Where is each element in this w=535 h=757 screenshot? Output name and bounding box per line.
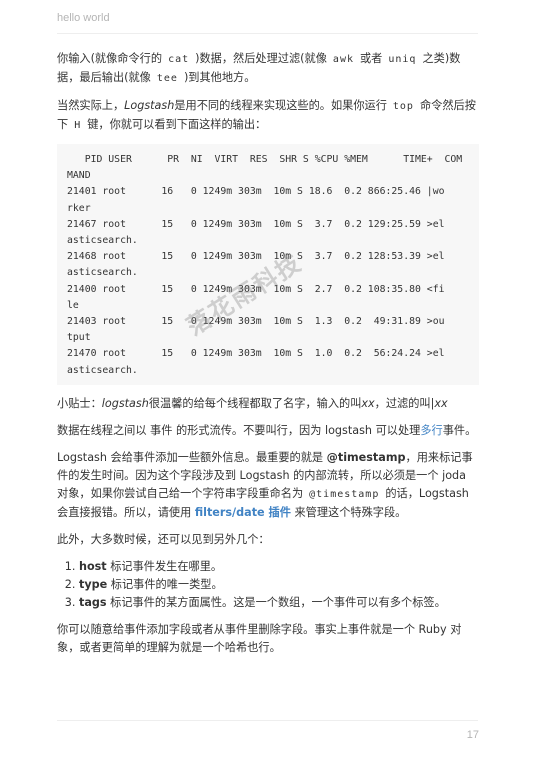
paragraph-input-filter-output: 你输入(就像命令行的 cat)数据，然后处理过滤(就像 awk 或者 uniq 之类)数据…	[57, 50, 479, 88]
header-divider	[57, 33, 478, 34]
text: )数据，然后处理过滤(就像	[195, 52, 327, 65]
text: 当然实际上，	[57, 99, 125, 112]
text: 是用不同的线程来实现这些的。如果你运行	[174, 99, 387, 112]
text: 或者	[359, 52, 383, 65]
paragraph-tip: 小贴士：logstash很温馨的给每个线程都取了名字，输入的叫xx，过滤的叫|x…	[57, 395, 479, 413]
paragraph-timestamp: Logstash 会给事件添加一些额外信息。最重要的就是 @timestamp，…	[57, 449, 479, 522]
inline-code-h: H	[74, 120, 82, 131]
text: 事件。	[442, 423, 477, 437]
list-item: type 标记事件的唯一类型。	[79, 576, 479, 594]
inline-code-awk: awk	[332, 54, 354, 65]
text: )到其他地方。	[183, 71, 256, 84]
multiline-link[interactable]: 多行	[420, 424, 442, 437]
emphasis-xx: xx	[361, 396, 375, 410]
emphasis-filter-xx: |xx	[430, 396, 448, 410]
list-item: tags 标记事件的某方面属性。这是一个数组，一个事件可以有多个标签。	[79, 594, 479, 612]
page-number: 17	[466, 729, 479, 741]
document-body: 你输入(就像命令行的 cat)数据，然后处理过滤(就像 awk 或者 uniq 之类)数据…	[57, 50, 479, 666]
field-list: host 标记事件发生在哪里。 type 标记事件的唯一类型。 tags 标记事…	[57, 558, 479, 612]
page-header: hello world	[57, 12, 110, 24]
inline-code-timestamp: @timestamp	[309, 488, 380, 500]
field-name: host	[79, 559, 107, 573]
list-item: host 标记事件发生在哪里。	[79, 558, 479, 576]
emphasis-logstash: Logstash	[124, 99, 175, 112]
text: 键，你就可以看到下面这样的输出：	[87, 118, 267, 131]
inline-code-tee: tee	[156, 73, 178, 84]
field-desc: 标记事件的唯一类型。	[107, 577, 223, 591]
field-name: type	[79, 577, 108, 591]
text: 很温馨的给每个线程都取了名字，输入的叫	[148, 396, 362, 410]
inline-code-cat: cat	[168, 54, 190, 65]
paragraph-events: 数据在线程之间以 事件 的形式流传。不要叫行，因为 logstash 可以处理多…	[57, 422, 479, 440]
inline-code-uniq: uniq	[388, 54, 417, 65]
bold-timestamp: @timestamp	[326, 450, 406, 464]
inline-code-top: top	[392, 101, 414, 112]
text: 数据在线程之间以 事件 的形式流传。不要叫行，因为 logstash 可以处理	[57, 423, 421, 437]
text: 你输入(就像命令行的	[57, 52, 163, 65]
text: ，过滤的叫	[374, 396, 431, 410]
text: Logstash 会给事件添加一些额外信息。最重要的就是	[57, 450, 327, 464]
filters-date-link[interactable]: filters/date 插件	[195, 506, 291, 519]
footer-divider	[57, 720, 478, 721]
paragraph-other-fields: 此外，大多数时候，还可以见到另外几个：	[57, 532, 270, 546]
text: 小贴士：	[57, 396, 102, 410]
text: 来管理这个特殊字段。	[290, 505, 407, 519]
emphasis-logstash: logstash	[101, 396, 149, 410]
paragraph-threads: 当然实际上，Logstash是用不同的线程来实现这些的。如果你运行 top 命令然后…	[57, 97, 479, 135]
field-desc: 标记事件发生在哪里。	[106, 559, 223, 573]
field-desc: 标记事件的某方面属性。这是一个数组，一个事件可以有多个标签。	[106, 595, 446, 609]
field-name: tags	[79, 595, 107, 609]
paragraph-ruby-object: 你可以随意给事件添加字段或者从事件里删除字段。事实上事件就是一个 Ruby 对象…	[57, 622, 462, 654]
